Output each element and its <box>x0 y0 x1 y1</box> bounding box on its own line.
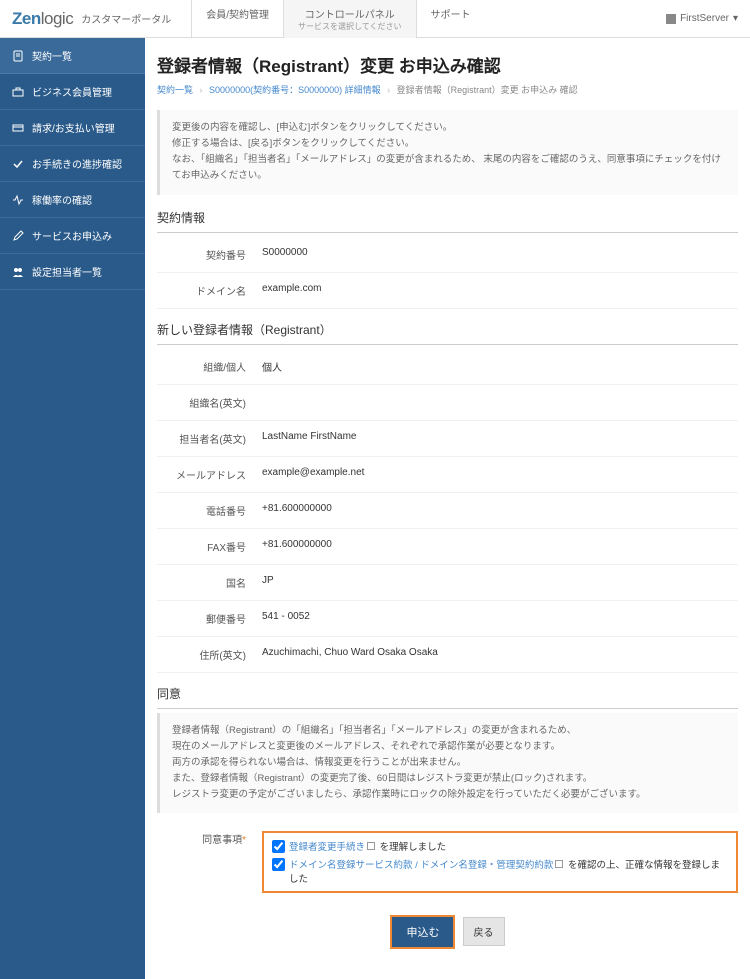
sidebar-item-admins[interactable]: 設定担当者一覧 <box>0 254 145 290</box>
consent-info: 登録者情報（Registrant）の「組織名」「担当者名」「メールアドレス」の変… <box>157 713 738 814</box>
breadcrumb-sep: › <box>387 85 390 95</box>
field-contract-number: 契約番号 S0000000 <box>157 237 738 273</box>
page-title: 登録者情報（Registrant）変更 お申込み確認 <box>157 52 738 77</box>
sidebar-item-label: 稼働率の確認 <box>32 192 92 207</box>
consent-checkbox-1[interactable] <box>272 840 285 853</box>
consent-link-1[interactable]: 登録者変更手続き <box>289 842 365 853</box>
pulse-icon <box>12 194 24 206</box>
sidebar-item-apply[interactable]: サービスお申込み <box>0 218 145 254</box>
header-nav: 会員/契約管理 コントロールパネルサービスを選択してください サポート <box>191 0 484 38</box>
consent-options-highlight: 登録者変更手続き を理解しました ドメイン名登録サービス約款 / ドメイン名登録… <box>262 831 738 893</box>
field-org-name: 組織名(英文) <box>157 385 738 421</box>
server-icon <box>666 14 676 24</box>
consent-option-2: ドメイン名登録サービス約款 / ドメイン名登録・管理契約約款 を確認の上、正確な… <box>272 857 728 885</box>
breadcrumb: 契約一覧 › S0000000(契約番号：S0000000) 詳細情報 › 登録… <box>157 83 738 96</box>
section-consent-title: 同意 <box>157 685 738 709</box>
sidebar-item-label: 契約一覧 <box>32 48 72 63</box>
main-content: 登録者情報（Registrant）変更 お申込み確認 契約一覧 › S00000… <box>145 38 750 979</box>
breadcrumb-link[interactable]: S0000000(契約番号：S0000000) 詳細情報 <box>209 85 381 95</box>
info-box: 変更後の内容を確認し、[申込む]ボタンをクリックしてください。 修正する場合は、… <box>157 110 738 195</box>
header: Zenlogic カスタマーポータル 会員/契約管理 コントロールパネルサービス… <box>0 0 750 38</box>
sidebar-item-uptime[interactable]: 稼働率の確認 <box>0 182 145 218</box>
field-email: メールアドレスexample@example.net <box>157 457 738 493</box>
sidebar-item-progress[interactable]: お手続きの進捗確認 <box>0 146 145 182</box>
required-marker: * <box>242 835 246 846</box>
sidebar-item-member[interactable]: ビジネス会員管理 <box>0 74 145 110</box>
back-button[interactable]: 戻る <box>463 917 505 946</box>
nav-support[interactable]: サポート <box>416 0 485 38</box>
nav-control-panel[interactable]: コントロールパネルサービスを選択してください <box>283 0 416 38</box>
consent-option-1: 登録者変更手続き を理解しました <box>272 839 728 853</box>
sidebar-item-billing[interactable]: 請求/お支払い管理 <box>0 110 145 146</box>
field-fax: FAX番号+81.600000000 <box>157 529 738 565</box>
consent-link-2[interactable]: ドメイン名登録サービス約款 / ドメイン名登録・管理契約約款 <box>289 860 553 871</box>
sidebar-item-label: サービスお申込み <box>32 228 112 243</box>
nav-member[interactable]: 会員/契約管理 <box>191 0 283 38</box>
sidebar-item-label: ビジネス会員管理 <box>32 84 112 99</box>
footer-buttons: 申込む 戻る <box>157 899 738 965</box>
field-zip: 郵便番号541 - 0052 <box>157 601 738 637</box>
field-domain: ドメイン名 example.com <box>157 273 738 309</box>
section-contract-title: 契約情報 <box>157 209 738 233</box>
user-menu[interactable]: FirstServer ▾ <box>666 13 738 24</box>
field-org-type: 組織/個人個人 <box>157 349 738 385</box>
chevron-down-icon: ▾ <box>733 13 738 24</box>
card-icon <box>12 122 24 134</box>
sidebar-item-label: 請求/お支払い管理 <box>32 120 115 135</box>
document-icon <box>12 50 24 62</box>
consent-row: 同意事項* 登録者変更手続き を理解しました ドメイン名登録サービス約款 / ド… <box>157 825 738 899</box>
external-link-icon <box>367 842 375 850</box>
breadcrumb-sep: › <box>200 85 203 95</box>
field-country: 国名JP <box>157 565 738 601</box>
consent-checkbox-2[interactable] <box>272 858 285 871</box>
section-registrant-title: 新しい登録者情報（Registrant） <box>157 321 738 345</box>
sidebar-item-contracts[interactable]: 契約一覧 <box>0 38 145 74</box>
external-link-icon <box>555 860 563 868</box>
pencil-icon <box>12 230 24 242</box>
sidebar-item-label: お手続きの進捗確認 <box>32 156 122 171</box>
field-address: 住所(英文)Azuchimachi, Chuo Ward Osaka Osaka <box>157 637 738 673</box>
logo: Zenlogic <box>12 9 73 29</box>
sidebar: 契約一覧 ビジネス会員管理 請求/お支払い管理 お手続きの進捗確認 稼働率の確認 <box>0 38 145 979</box>
field-contact-name: 担当者名(英文)LastName FirstName <box>157 421 738 457</box>
field-phone: 電話番号+81.600000000 <box>157 493 738 529</box>
portal-name: カスタマーポータル <box>81 11 171 26</box>
check-icon <box>12 158 24 170</box>
briefcase-icon <box>12 86 24 98</box>
breadcrumb-link[interactable]: 契約一覧 <box>157 85 193 95</box>
users-icon <box>12 266 24 278</box>
sidebar-item-label: 設定担当者一覧 <box>32 264 102 279</box>
breadcrumb-current: 登録者情報（Registrant）変更 お申込み 確認 <box>397 85 578 95</box>
submit-button[interactable]: 申込む <box>390 915 455 949</box>
